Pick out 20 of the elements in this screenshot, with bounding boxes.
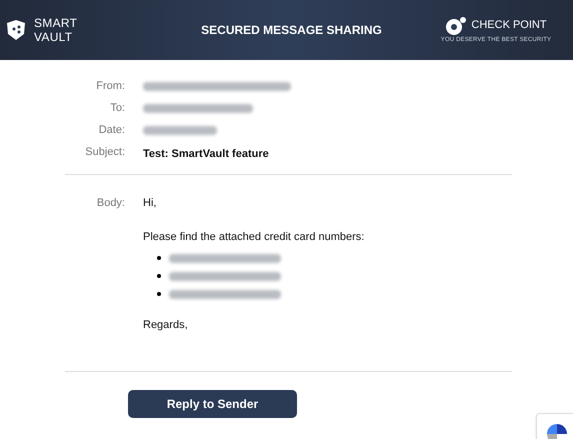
shield-logo-icon	[6, 19, 26, 41]
brand-name: CHECK POINT	[471, 18, 547, 34]
logo-text: VAULT	[34, 30, 74, 44]
logo-text: SMART	[34, 16, 78, 30]
field-label: Date:	[98, 123, 125, 138]
field-label: Body:	[96, 196, 125, 211]
field-label: Subject:	[84, 145, 125, 160]
field-label: From:	[95, 79, 125, 94]
greeting-text: Hi,	[143, 196, 158, 211]
closing-text: Regards,	[143, 318, 189, 333]
body-text: Please find the attached credit card numbers:	[143, 230, 364, 244]
reply-button[interactable]: Reply to Sender	[128, 390, 297, 418]
bullet-icon	[157, 292, 161, 296]
captcha-icon	[545, 422, 569, 439]
field-label: To:	[109, 101, 125, 116]
bullet-icon	[157, 256, 161, 260]
page-title: SECURED MESSAGE SHARING	[201, 22, 382, 39]
field-value: Test: SmartVault feature	[143, 148, 269, 160]
bullet-icon	[157, 274, 161, 278]
brand-logo-icon	[445, 16, 468, 36]
